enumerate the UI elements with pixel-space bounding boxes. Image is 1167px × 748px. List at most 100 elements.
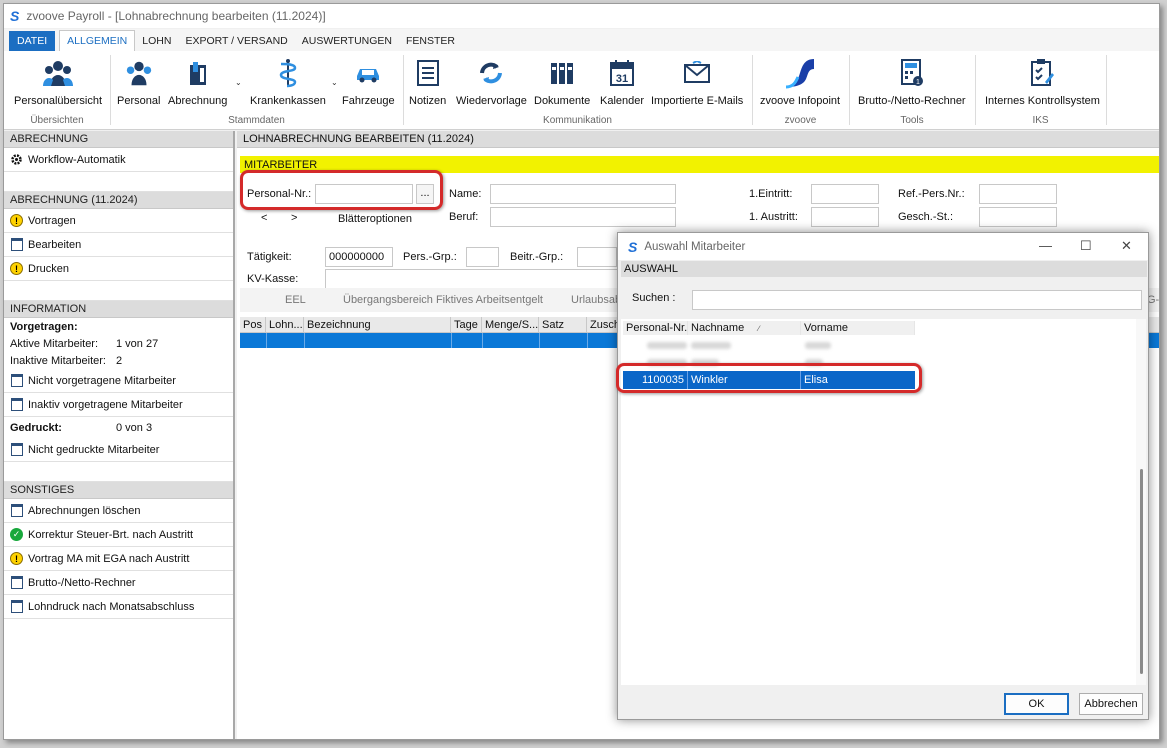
page-title: LOHNABRECHNUNG BEARBEITEN (11.2024) [237,131,1159,148]
grid-col-tage[interactable]: Tage [451,317,482,333]
sidebar-item-workflow-automatik[interactable]: Workflow-Automatik [4,148,233,172]
abbrechen-button[interactable]: Abbrechen [1079,693,1143,715]
sidebar-item-korrektur-steuer[interactable]: ✓ Korrektur Steuer-Brt. nach Austritt [4,523,233,547]
search-label: Suchen : [632,292,676,304]
ref-pers-nr-field[interactable] [979,184,1057,204]
cell-vorname: Elisa [804,374,828,386]
zvoove-logo-icon: S [628,238,638,255]
list-row-selected[interactable]: 1100035 Winkler Elisa [623,371,915,389]
name-field[interactable] [490,184,676,204]
sidebar-item-vortragen[interactable]: ! Vortragen [4,209,233,233]
sidebar-item-lohndruck-monatsabschluss[interactable]: Lohndruck nach Monatsabschluss [4,595,233,619]
abrechnung-dropdown-chevron-icon[interactable]: ⌄ [235,78,242,87]
scrollbar-thumb[interactable] [1140,469,1143,674]
close-icon[interactable]: ✕ [1121,238,1132,254]
nav-next-button[interactable]: > [291,212,297,224]
search-input[interactable] [692,290,1142,310]
menu-tab-fenster[interactable]: FENSTER [399,31,462,51]
importierte-emails-button[interactable]: Importierte E-Mails [651,55,743,107]
list-col-nachname[interactable]: Nachname ∕ [688,321,801,335]
sidebar-item-brutto-netto-rechner[interactable]: Brutto-/Netto-Rechner [4,571,233,595]
list-scrollbar[interactable] [1136,319,1146,685]
sidebar-item-abrechnungen-loeschen[interactable]: Abrechnungen löschen [4,499,233,523]
menu-tab-auswertungen[interactable]: AUSWERTUNGEN [295,31,399,51]
list-col-personal-nr[interactable]: Personal-Nr. [623,321,688,335]
taetigkeit-field[interactable]: 000000000 [325,247,393,267]
binder-icon [181,55,215,91]
personal-nr-input[interactable] [315,184,413,204]
abrechnung-button[interactable]: Abrechnung [168,55,227,107]
minimize-icon[interactable]: — [1039,238,1052,253]
tab-uebergangsbereich[interactable]: Übergangsbereich Fiktives Arbeitsentgelt [343,294,543,306]
window-icon [10,576,23,589]
blurred-cell [805,359,823,366]
checklist-icon [1025,55,1059,91]
personal-button[interactable]: Personal [117,55,160,107]
internes-kontrollsystem-button[interactable]: Internes Kontrollsystem [985,55,1100,107]
tab-urlaubsabgeltung[interactable]: Urlaubsab [571,294,621,306]
eintritt-field[interactable] [811,184,879,204]
menu-tab-export-versand[interactable]: EXPORT / VERSAND [178,31,294,51]
gesch-st-field[interactable] [979,207,1057,227]
brutto-netto-rechner-button[interactable]: 1 Brutto-/Netto-Rechner [858,55,966,107]
fahrzeuge-button[interactable]: Fahrzeuge [342,55,395,107]
grid-col-satz[interactable]: Satz [539,317,587,333]
wiedervorlage-button[interactable]: Wiedervorlage [456,55,527,107]
sidebar-item-vortrag-ma-ega[interactable]: ! Vortrag MA mit EGA nach Austritt [4,547,233,571]
notizen-button[interactable]: Notizen [409,55,446,107]
checkmark-icon: ✓ [10,528,23,541]
calendar-icon: 31 [605,55,639,91]
grid-col-bezeichnung[interactable]: Bezeichnung [304,317,451,333]
blaetteroptionen-button[interactable]: Blätteroptionen [338,213,412,225]
kalender-button[interactable]: 31 Kalender [600,55,644,107]
krankenkassen-dropdown-chevron-icon[interactable]: ⌄ [331,78,338,87]
personal-nr-browse-button[interactable]: ... [416,184,434,204]
list-col-vorname[interactable]: Vorname [801,321,915,335]
zvoove-infopoint-button[interactable]: zvoove Infopoint [760,55,840,107]
personaluebersicht-button[interactable]: Personalübersicht [14,55,102,107]
sidebar-spacer [4,462,233,482]
krankenkassen-button[interactable]: Krankenkassen [250,55,326,107]
gedruckt-value: 0 von 3 [116,421,153,434]
ok-button[interactable]: OK [1004,693,1069,715]
window-title: zvoove Payroll - [Lohnabrechnung bearbei… [26,9,326,23]
menu-tab-lohn[interactable]: LOHN [135,31,178,51]
sidebar-item-nicht-vorgetragene[interactable]: Nicht vorgetragene Mitarbeiter [4,369,233,393]
grid-col-pos[interactable]: Pos [240,317,266,333]
ribbon-separator [1106,55,1107,125]
inaktive-mitarbeiter-row: Inaktive Mitarbeiter: 2 [10,354,123,367]
group-label-kommunikation: Kommunikation [543,115,612,126]
taetigkeit-label: Tätigkeit: [247,251,292,263]
beitr-grp-field[interactable] [577,247,617,267]
sidebar-item-bearbeiten[interactable]: Bearbeiten [4,233,233,257]
car-icon [351,55,385,91]
calculator-icon: 1 [895,55,929,91]
mitarbeiter-list: Personal-Nr. Nachname ∕ Vorname 1100035 … [621,319,1141,685]
eintritt-label: 1.Eintritt: [749,188,793,200]
ref-pers-nr-label: Ref.-Pers.Nr.: [898,188,965,200]
window-icon [10,443,23,456]
kv-kasse-field[interactable] [325,269,625,289]
grid-col-menge[interactable]: Menge/S... [482,317,539,333]
grid-col-lohnart[interactable]: Lohn... [266,317,304,333]
sidebar-item-inaktiv-vorgetragene[interactable]: Inaktiv vorgetragene Mitarbeiter [4,393,233,417]
ribbon: Personalübersicht Personal Abrechnung ⌄ … [4,51,1159,130]
nav-prev-button[interactable]: < [261,212,267,224]
beruf-label: Beruf: [449,211,479,223]
beitr-grp-label: Beitr.-Grp.: [510,251,564,263]
group-label-uebersichten: Übersichten [30,115,84,126]
svg-text:1: 1 [916,79,920,86]
sidebar-item-drucken[interactable]: ! Drucken [4,257,233,281]
menu-tab-allgemein[interactable]: ALLGEMEIN [59,30,136,51]
austritt-field[interactable] [811,207,879,227]
maximize-icon[interactable]: ☐ [1080,238,1092,254]
pers-grp-field[interactable] [466,247,499,267]
tab-eel[interactable]: EEL [285,294,306,306]
sidebar-item-nicht-gedruckte[interactable]: Nicht gedruckte Mitarbeiter [4,438,233,462]
documents-icon [545,55,579,91]
people-group-icon [41,55,75,91]
dokumente-button[interactable]: Dokumente [534,55,590,107]
menu-datei[interactable]: DATEI [9,31,56,51]
inaktive-mitarbeiter-value: 2 [116,354,123,367]
beruf-field[interactable] [490,207,676,227]
